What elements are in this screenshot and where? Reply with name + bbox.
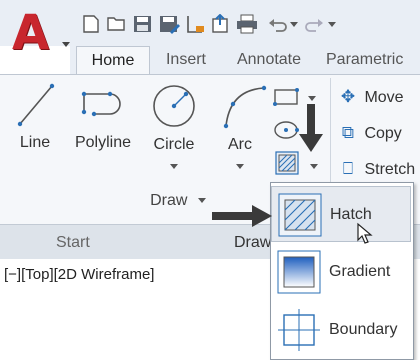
hatch-dropdown-icon[interactable]	[310, 164, 318, 169]
arc-icon	[223, 85, 267, 129]
circle-tool-button[interactable]: Circle	[142, 80, 206, 190]
move-button[interactable]: ✥ Move	[336, 84, 404, 110]
copy-button[interactable]: ⧉ Copy	[336, 120, 402, 146]
stretch-button[interactable]: ⎕ Stretch	[336, 156, 415, 182]
undo-dropdown-icon[interactable]	[290, 22, 298, 27]
tab-home[interactable]: Home	[76, 46, 150, 75]
viewport-controls[interactable]: [−][Top][2D Wireframe]	[4, 266, 154, 283]
undo-icon[interactable]	[266, 14, 288, 34]
line-label: Line	[19, 134, 51, 151]
circle-label: Circle	[153, 136, 195, 153]
draw-panel-label: Draw	[150, 192, 188, 209]
boundary-menu-item[interactable]: Boundary	[271, 302, 411, 358]
redo-dropdown-icon[interactable]	[328, 22, 336, 27]
polyline-tool-button[interactable]: Polyline	[70, 80, 136, 180]
save-icon[interactable]	[132, 14, 154, 34]
hatch-menu-item[interactable]: Hatch	[271, 186, 411, 242]
plot-icon[interactable]	[184, 14, 206, 34]
export-icon[interactable]	[210, 14, 232, 34]
save-as-icon[interactable]	[158, 14, 180, 34]
copy-icon: ⧉	[341, 123, 355, 142]
copy-label: Copy	[364, 125, 402, 142]
arc-tool-button[interactable]: Arc	[214, 80, 274, 190]
chevron-down-icon	[62, 42, 70, 47]
arc-label: Arc	[228, 136, 252, 153]
print-icon[interactable]	[236, 14, 258, 34]
gradient-label: Gradient	[329, 263, 391, 280]
mouse-cursor-icon	[357, 222, 373, 244]
new-icon[interactable]	[80, 14, 102, 34]
line-icon	[17, 83, 55, 127]
draw-panel-expand-icon[interactable]	[197, 198, 206, 204]
autocad-logo-icon: A	[12, 5, 50, 61]
move-icon: ✥	[340, 87, 356, 106]
tab-insert[interactable]: Insert	[154, 46, 218, 74]
circle-dropdown-icon[interactable]	[170, 164, 178, 169]
hatch-icon	[278, 193, 322, 237]
arc-dropdown-icon[interactable]	[236, 164, 244, 169]
line-tool-button[interactable]: Line	[8, 80, 64, 180]
boundary-icon	[278, 309, 320, 351]
right-arrow-annotation-icon	[212, 205, 272, 227]
stretch-label: Stretch	[364, 161, 416, 178]
file-tab-draw[interactable]: Draw	[234, 228, 271, 258]
tab-parametric[interactable]: Parametric	[326, 46, 420, 74]
polyline-label: Polyline	[74, 134, 132, 151]
application-menu-button[interactable]: A	[8, 8, 70, 58]
gradient-menu-item[interactable]: Gradient	[271, 244, 411, 300]
redo-icon[interactable]	[304, 14, 326, 34]
boundary-label: Boundary	[329, 321, 398, 338]
down-arrow-annotation-icon	[299, 104, 323, 152]
tab-annotate[interactable]: Annotate	[226, 46, 312, 74]
stretch-icon: ⎕	[342, 159, 354, 178]
gradient-icon	[277, 250, 321, 294]
open-icon[interactable]	[106, 14, 128, 34]
rectangle-dropdown-icon[interactable]	[308, 96, 316, 101]
circle-icon	[153, 85, 195, 127]
file-tab-start[interactable]: Start	[56, 228, 90, 258]
polyline-icon	[81, 91, 121, 117]
move-label: Move	[364, 89, 404, 106]
